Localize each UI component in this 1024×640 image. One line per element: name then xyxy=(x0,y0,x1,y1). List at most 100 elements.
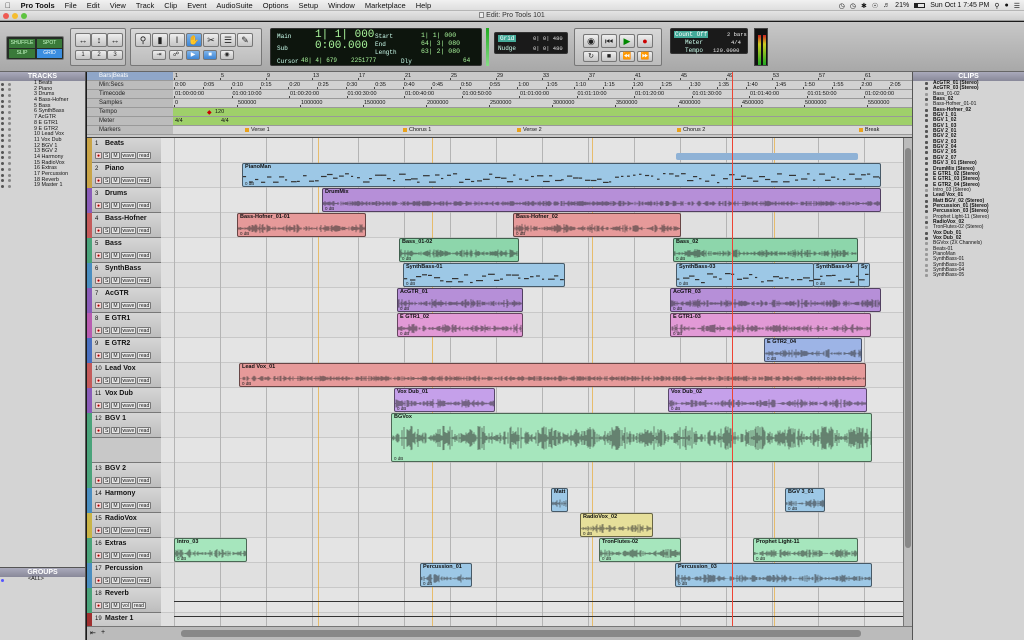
sub-counter[interactable]: 0:00.000 xyxy=(315,40,368,52)
track-header[interactable]: 11 Vox Dub ● S Mwave read xyxy=(87,388,161,413)
tempo-value[interactable]: 120.0000 xyxy=(713,47,739,54)
track-view-selector[interactable]: wave xyxy=(120,152,137,159)
meter-ruler[interactable]: 4/4 4/4 xyxy=(173,117,912,126)
menu-marketplace[interactable]: Marketplace xyxy=(360,1,411,10)
clip-gain[interactable]: 0 dB xyxy=(678,581,687,586)
meter-value[interactable]: 4/4 xyxy=(731,39,741,46)
record-enable-button[interactable]: ● xyxy=(95,152,103,159)
track-lane[interactable] xyxy=(161,513,912,538)
mute-button[interactable]: M xyxy=(111,202,120,209)
clock-icon[interactable]: ◷ xyxy=(850,2,856,10)
tempo-ruler[interactable]: ◆ 120 xyxy=(173,108,912,117)
track-name[interactable]: Lead Vox xyxy=(105,365,136,372)
ruler-label-meter[interactable]: Meter xyxy=(87,117,173,126)
clip-gain[interactable]: 0 dB xyxy=(767,356,776,361)
track-header[interactable]: 6 SynthBass ● S Mwave read xyxy=(87,263,161,288)
audio-clip[interactable]: SynthBass-03 0 dB xyxy=(676,263,814,287)
zoom-in-icon[interactable]: ↔ xyxy=(75,33,91,47)
audio-clip[interactable]: Bass_01-02 0 dB xyxy=(399,238,519,262)
track-show-icon[interactable] xyxy=(1,122,4,126)
zoom-preset-1[interactable]: 1 xyxy=(75,50,91,60)
record-enable-button[interactable]: ● xyxy=(95,202,103,209)
menu-edit[interactable]: Edit xyxy=(82,1,105,10)
audio-clip[interactable]: E GTR1_02 0 dB xyxy=(397,313,523,337)
record-enable-button[interactable]: ● xyxy=(95,327,103,334)
rewind-icon[interactable]: ⏪ xyxy=(619,51,635,62)
track-active-icon[interactable] xyxy=(8,162,11,166)
audio-clip[interactable]: E GTR1-03 0 dB xyxy=(670,313,871,337)
track-name[interactable]: Piano xyxy=(105,165,124,172)
zoom-window-icon[interactable] xyxy=(21,13,27,19)
mute-button[interactable]: M xyxy=(111,327,120,334)
audio-clip[interactable]: Percussion_01 0 dB xyxy=(420,563,472,587)
record-enable-button[interactable]: ● xyxy=(95,527,103,534)
bars-beats-ruler[interactable]: 1 5 9 13 17 21 25 29 33 37 41 45 49 53 57 61 xyxy=(173,72,912,81)
automation-mode[interactable]: read xyxy=(137,527,152,534)
selection-end[interactable]: 64| 3| 080 xyxy=(421,40,460,47)
track-view-selector[interactable]: wave xyxy=(120,227,137,234)
marker-icon[interactable] xyxy=(859,128,863,132)
track-active-icon[interactable] xyxy=(8,179,11,183)
volume-icon[interactable]: ♬ xyxy=(883,2,890,9)
group-item-all[interactable]: <ALL> xyxy=(0,576,85,583)
track-show-icon[interactable] xyxy=(1,93,4,97)
marker-icon[interactable] xyxy=(677,128,681,132)
solo-button[interactable]: S xyxy=(103,177,111,184)
time-machine-icon[interactable]: ◷ xyxy=(839,2,845,10)
bluetooth-icon[interactable]: ✱ xyxy=(861,2,867,10)
automation-mode[interactable]: read xyxy=(137,302,152,309)
battery-percent[interactable]: 21% xyxy=(895,2,909,9)
track-header[interactable]: 10 Lead Vox ● S Mwave read xyxy=(87,363,161,388)
track-show-icon[interactable] xyxy=(1,82,4,86)
master-volume-line[interactable] xyxy=(174,616,912,617)
horizontal-scrollbar[interactable] xyxy=(161,626,912,640)
menu-view[interactable]: View xyxy=(105,1,131,10)
automation-mode[interactable]: read xyxy=(137,252,152,259)
audio-clip[interactable]: E GTR2_04 0 dB xyxy=(764,338,862,362)
mute-button[interactable]: M xyxy=(111,227,120,234)
marker-icon[interactable] xyxy=(403,128,407,132)
clip-gain[interactable]: 0 dB xyxy=(679,281,688,286)
mute-button[interactable]: M xyxy=(111,152,120,159)
clip-gain[interactable]: 0 dB xyxy=(245,181,254,186)
automation-mode[interactable]: read xyxy=(137,177,152,184)
automation-mode[interactable]: read xyxy=(137,227,152,234)
track-name[interactable]: Harmony xyxy=(105,490,135,497)
audio-clip[interactable]: Lead Vox_01 0 dB xyxy=(239,363,866,387)
solo-button[interactable]: S xyxy=(103,577,111,584)
mute-button[interactable]: M xyxy=(111,577,120,584)
ruler-label-tempo[interactable]: Tempo xyxy=(87,108,173,117)
track-lane[interactable] xyxy=(161,463,912,488)
audio-clip[interactable]: AcGTR_01 0 dB xyxy=(397,288,523,312)
track-name[interactable]: SynthBass xyxy=(105,265,141,272)
menu-help[interactable]: Help xyxy=(411,1,436,10)
audio-clip[interactable]: Percussion_03 0 dB xyxy=(675,563,872,587)
audio-clip[interactable]: PianoMan 0 dB xyxy=(242,163,881,187)
track-view-selector[interactable]: wave xyxy=(120,477,137,484)
automation-mode[interactable]: read xyxy=(137,427,152,434)
clip-gain[interactable]: 0 dB xyxy=(516,231,525,236)
automation-mode[interactable]: read xyxy=(137,202,152,209)
clip-gain[interactable]: 0 dB xyxy=(756,556,765,561)
track-header[interactable]: 14 Harmony ● S Mwave read xyxy=(87,488,161,513)
track-name[interactable]: Vox Dub xyxy=(105,390,133,397)
audio-clip[interactable]: AcGTR_03 0 dB xyxy=(670,288,881,312)
add-track-icon[interactable]: + xyxy=(101,629,105,636)
record-enable-button[interactable]: ● xyxy=(95,577,103,584)
audio-clip[interactable]: Bass-Hofner_02 0 dB xyxy=(513,213,681,237)
mute-button[interactable]: M xyxy=(111,277,120,284)
solo-button[interactable]: S xyxy=(103,402,111,409)
record-enable-button[interactable]: ● xyxy=(95,427,103,434)
solo-button[interactable]: S xyxy=(103,502,111,509)
horizontal-scroll-thumb[interactable] xyxy=(181,630,861,637)
clip-gain[interactable]: 0 dB xyxy=(816,281,825,286)
automation-mode[interactable]: read xyxy=(137,552,152,559)
track-view-selector[interactable]: wave xyxy=(120,327,137,334)
clip-gain[interactable]: 0 dB xyxy=(602,556,611,561)
mute-button[interactable]: M xyxy=(111,477,120,484)
track-show-icon[interactable] xyxy=(1,150,4,154)
track-name[interactable]: E GTR2 xyxy=(105,340,130,347)
clip-gain[interactable]: 0 dB xyxy=(406,281,415,286)
track-show-icon[interactable] xyxy=(1,173,4,177)
solo-button[interactable]: S xyxy=(103,602,111,609)
